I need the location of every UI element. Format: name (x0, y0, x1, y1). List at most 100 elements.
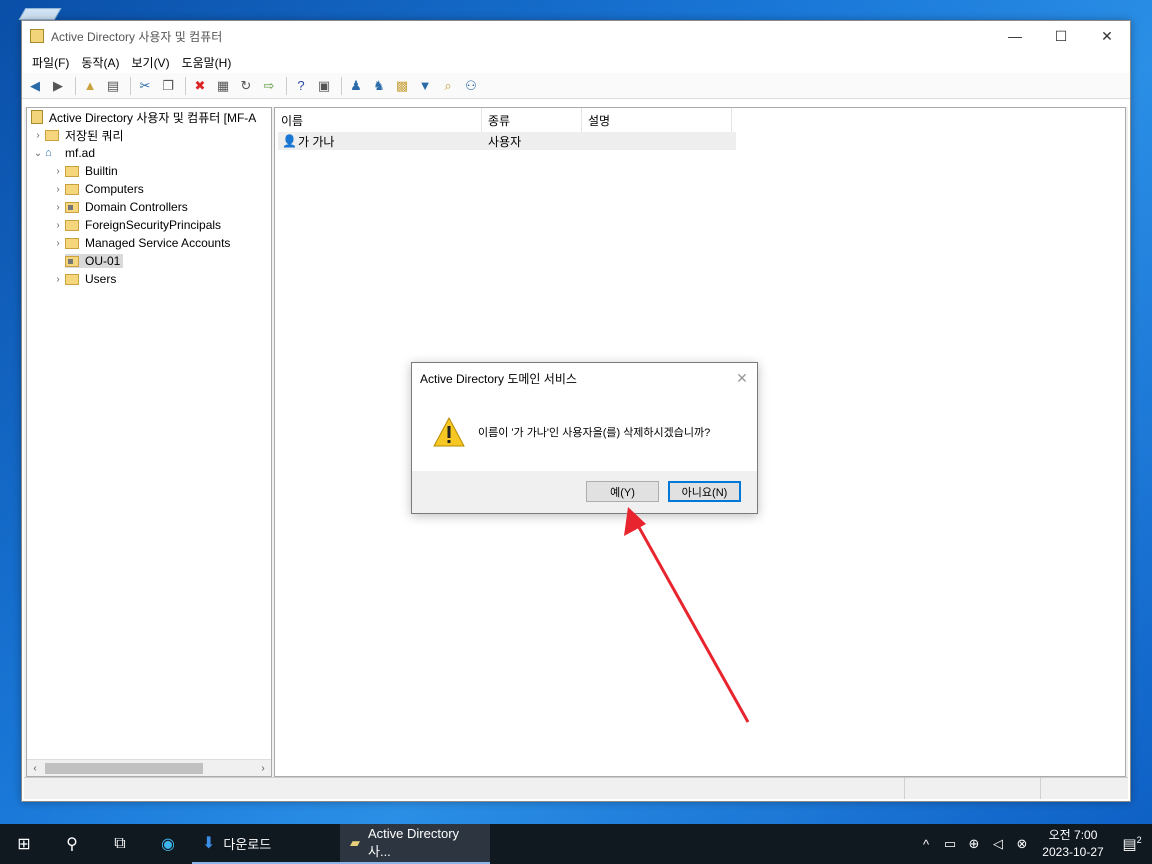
export-list-icon[interactable]: ⇨ (259, 76, 279, 96)
volume-muted-icon[interactable]: ◁ (986, 836, 1010, 852)
scroll-right-icon[interactable]: › (255, 763, 271, 774)
dialog-close-button[interactable]: ✕ (727, 370, 757, 387)
taskbar-downloads[interactable]: ⬇ 다운로드 (192, 824, 340, 864)
refresh-icon[interactable]: ↻ (236, 76, 256, 96)
column-name[interactable]: 이름 (275, 108, 482, 132)
tree-domain[interactable]: ⌄ ⌂ mf.ad (27, 144, 271, 162)
task-view-icon[interactable]: ⧉ (96, 824, 144, 864)
edge-browser-icon[interactable]: ◉ (144, 824, 192, 864)
dialog-title: Active Directory 도메인 서비스 (420, 371, 577, 386)
tree-item-label: Managed Service Accounts (85, 236, 231, 250)
tree-item-ou-01[interactable]: OU-01 (27, 252, 271, 270)
add-to-group-icon[interactable]: ⚇ (461, 76, 481, 96)
chevron-right-icon[interactable]: › (31, 130, 45, 141)
tree-item-label: ForeignSecurityPrincipals (85, 218, 222, 232)
tree-item-builtin[interactable]: › Builtin (27, 162, 271, 180)
delete-icon[interactable]: ✖ (190, 76, 210, 96)
folder-icon (65, 183, 79, 195)
aduc-root-icon (31, 110, 43, 124)
menu-view[interactable]: 보기(V) (125, 54, 175, 71)
tree-saved-queries-label: 저장된 쿼리 (65, 128, 124, 143)
tree-horizontal-scrollbar[interactable]: ‹ › (27, 759, 271, 776)
tree-root-label: Active Directory 사용자 및 컴퓨터 [MF-A (49, 110, 257, 125)
chevron-down-icon[interactable]: ⌄ (31, 148, 45, 159)
tree-saved-queries[interactable]: › 저장된 쿼리 (27, 126, 271, 144)
warning-icon (433, 416, 465, 447)
desktop-recycle-bin-icon[interactable] (18, 8, 62, 20)
properties-icon[interactable]: ▦ (213, 76, 233, 96)
clock-time: 오전 7:00 (1048, 828, 1098, 842)
taskbar-aduc[interactable]: ▰ Active Directory 사... (340, 824, 490, 864)
scrollbar-thumb[interactable] (45, 762, 203, 774)
battery-icon[interactable]: ▭ (938, 836, 962, 852)
column-description[interactable]: 설명 (582, 108, 732, 132)
yes-button[interactable]: 예(Y) (586, 481, 659, 502)
scroll-left-icon[interactable]: ‹ (27, 763, 43, 774)
chevron-right-icon[interactable]: › (51, 274, 65, 285)
cut-icon[interactable]: ✂ (135, 76, 155, 96)
tree-item-foreign-security-principals[interactable]: › ForeignSecurityPrincipals (27, 216, 271, 234)
tree-item-label: Computers (85, 182, 144, 196)
notification-count: 2 (1136, 835, 1142, 845)
toolbar-separator (286, 76, 287, 95)
console-icon[interactable]: ▣ (314, 76, 334, 96)
maximize-button[interactable]: ☐ (1038, 21, 1084, 51)
no-button[interactable]: 아니요(N) (668, 481, 741, 502)
help-icon[interactable]: ? (291, 76, 311, 96)
chevron-up-icon[interactable]: ^ (914, 837, 938, 852)
menu-help[interactable]: 도움말(H) (176, 54, 238, 71)
search-icon[interactable]: ⚲ (48, 824, 96, 864)
new-ou-icon[interactable]: ▩ (392, 76, 412, 96)
chevron-right-icon[interactable]: › (51, 166, 65, 177)
taskbar-downloads-label: 다운로드 (223, 836, 272, 852)
tree-item-label: Domain Controllers (85, 200, 188, 214)
toolbar-separator (185, 76, 186, 95)
new-group-icon[interactable]: ♞ (369, 76, 389, 96)
folder-icon (65, 237, 79, 249)
tree-item-users[interactable]: › Users (27, 270, 271, 288)
find-icon[interactable]: ⌕ (438, 76, 458, 96)
minimize-button[interactable]: — (992, 21, 1038, 51)
cell-name: 👤 가 가나 (278, 132, 482, 150)
forward-icon[interactable]: ▶ (48, 76, 68, 96)
table-row[interactable]: 👤 가 가나 사용자 (278, 132, 736, 150)
status-segment (904, 778, 1040, 799)
windows-start-icon[interactable]: ⊞ (0, 824, 48, 864)
chevron-right-icon[interactable]: › (51, 202, 65, 213)
tree-domain-label: mf.ad (65, 146, 96, 160)
toolbar-separator (341, 76, 342, 95)
menu-bar: 파일(F) 동작(A) 보기(V) 도움말(H) (22, 51, 1130, 73)
tree-item-computers[interactable]: › Computers (27, 180, 271, 198)
menu-file[interactable]: 파일(F) (26, 54, 75, 71)
user-name: 가 가나 (298, 134, 335, 149)
clock[interactable]: 오전 7:00 2023-10-27 (1034, 827, 1112, 861)
taskbar: ⊞ ⚲ ⧉ ◉ ⬇ 다운로드 ▰ Active Directory 사... ^… (0, 824, 1152, 864)
menu-action[interactable]: 동작(A) (75, 54, 125, 71)
column-type[interactable]: 종류 (482, 108, 582, 132)
domain-icon: ⌂ (45, 147, 52, 159)
tree-item-managed-service-accounts[interactable]: › Managed Service Accounts (27, 234, 271, 252)
chevron-right-icon[interactable]: › (51, 220, 65, 231)
tree-item-label: OU-01 (85, 254, 121, 268)
tree-item-label: Users (85, 272, 117, 286)
dialog-footer: 예(Y) 아니요(N) (412, 471, 757, 513)
tree-item-domain-controllers[interactable]: › Domain Controllers (27, 198, 271, 216)
folder-icon (65, 165, 79, 177)
folder-icon (45, 129, 59, 141)
tree-root[interactable]: Active Directory 사용자 및 컴퓨터 [MF-A (27, 108, 271, 126)
close-button[interactable]: ✕ (1084, 21, 1130, 51)
chevron-right-icon[interactable]: › (51, 184, 65, 195)
chevron-right-icon[interactable]: › (51, 238, 65, 249)
dialog-message: 이름이 '가 가나'인 사용자을(를) 삭제하시겠습니까? (478, 427, 711, 439)
up-folder-icon[interactable]: ▲ (80, 76, 100, 96)
dialog-title-bar: Active Directory 도메인 서비스 ✕ (412, 363, 757, 393)
network-globe-icon[interactable]: ⊕ (962, 836, 986, 852)
show-hide-tree-icon[interactable]: ▤ (103, 76, 123, 96)
notification-center-icon[interactable]: ▤2 (1112, 835, 1152, 853)
copy-icon[interactable]: ❐ (158, 76, 178, 96)
new-user-icon[interactable]: ♟ (346, 76, 366, 96)
back-icon[interactable]: ◀ (25, 76, 45, 96)
console-tree: Active Directory 사용자 및 컴퓨터 [MF-A › 저장된 쿼… (26, 107, 272, 777)
status-x-icon[interactable]: ⊗ (1010, 836, 1034, 852)
filter-icon[interactable]: ▼ (415, 76, 435, 96)
